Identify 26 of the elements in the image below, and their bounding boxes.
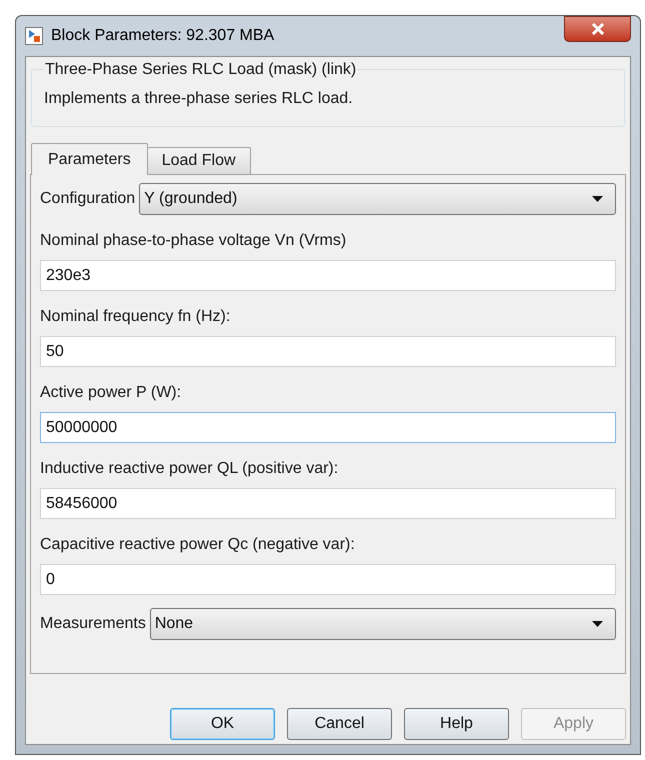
window-title: Block Parameters: 92.307 MBA <box>51 26 274 46</box>
tab[interactable]: Parameters <box>31 143 148 175</box>
close-button[interactable] <box>564 16 631 42</box>
field-label: Nominal frequency fn (Hz): <box>40 307 230 327</box>
input-field[interactable]: 230e3 <box>40 260 616 291</box>
input-field[interactable]: 0 <box>40 564 616 595</box>
dialog-button[interactable]: OK <box>170 708 275 740</box>
tab[interactable]: Load Flow <box>148 147 251 175</box>
mask-description: Implements a three-phase series RLC load. <box>44 89 353 109</box>
dropdown[interactable]: Y (grounded) <box>139 182 616 214</box>
input-field[interactable]: 50000000 <box>40 412 616 443</box>
field-label: Nominal phase-to-phase voltage Vn (Vrms) <box>40 231 346 251</box>
dropdown[interactable]: None <box>150 608 616 640</box>
field-label: Inductive reactive power QL (positive var): <box>40 459 338 479</box>
field-label: Measurements <box>40 614 146 634</box>
input-field[interactable]: 50 <box>40 336 616 367</box>
dropdown-arrow-icon <box>592 196 603 202</box>
dialog-button[interactable]: Cancel <box>287 708 392 740</box>
dialog-button[interactable]: Help <box>404 708 509 740</box>
close-icon <box>590 23 604 35</box>
input-field[interactable]: 58456000 <box>40 488 616 519</box>
app-icon <box>25 27 43 45</box>
field-label: Active power P (W): <box>40 383 182 403</box>
dropdown-arrow-icon <box>592 620 603 626</box>
field-label: Capacitive reactive power Qc (negative var): <box>40 535 355 555</box>
field-label: Configuration <box>40 188 136 208</box>
